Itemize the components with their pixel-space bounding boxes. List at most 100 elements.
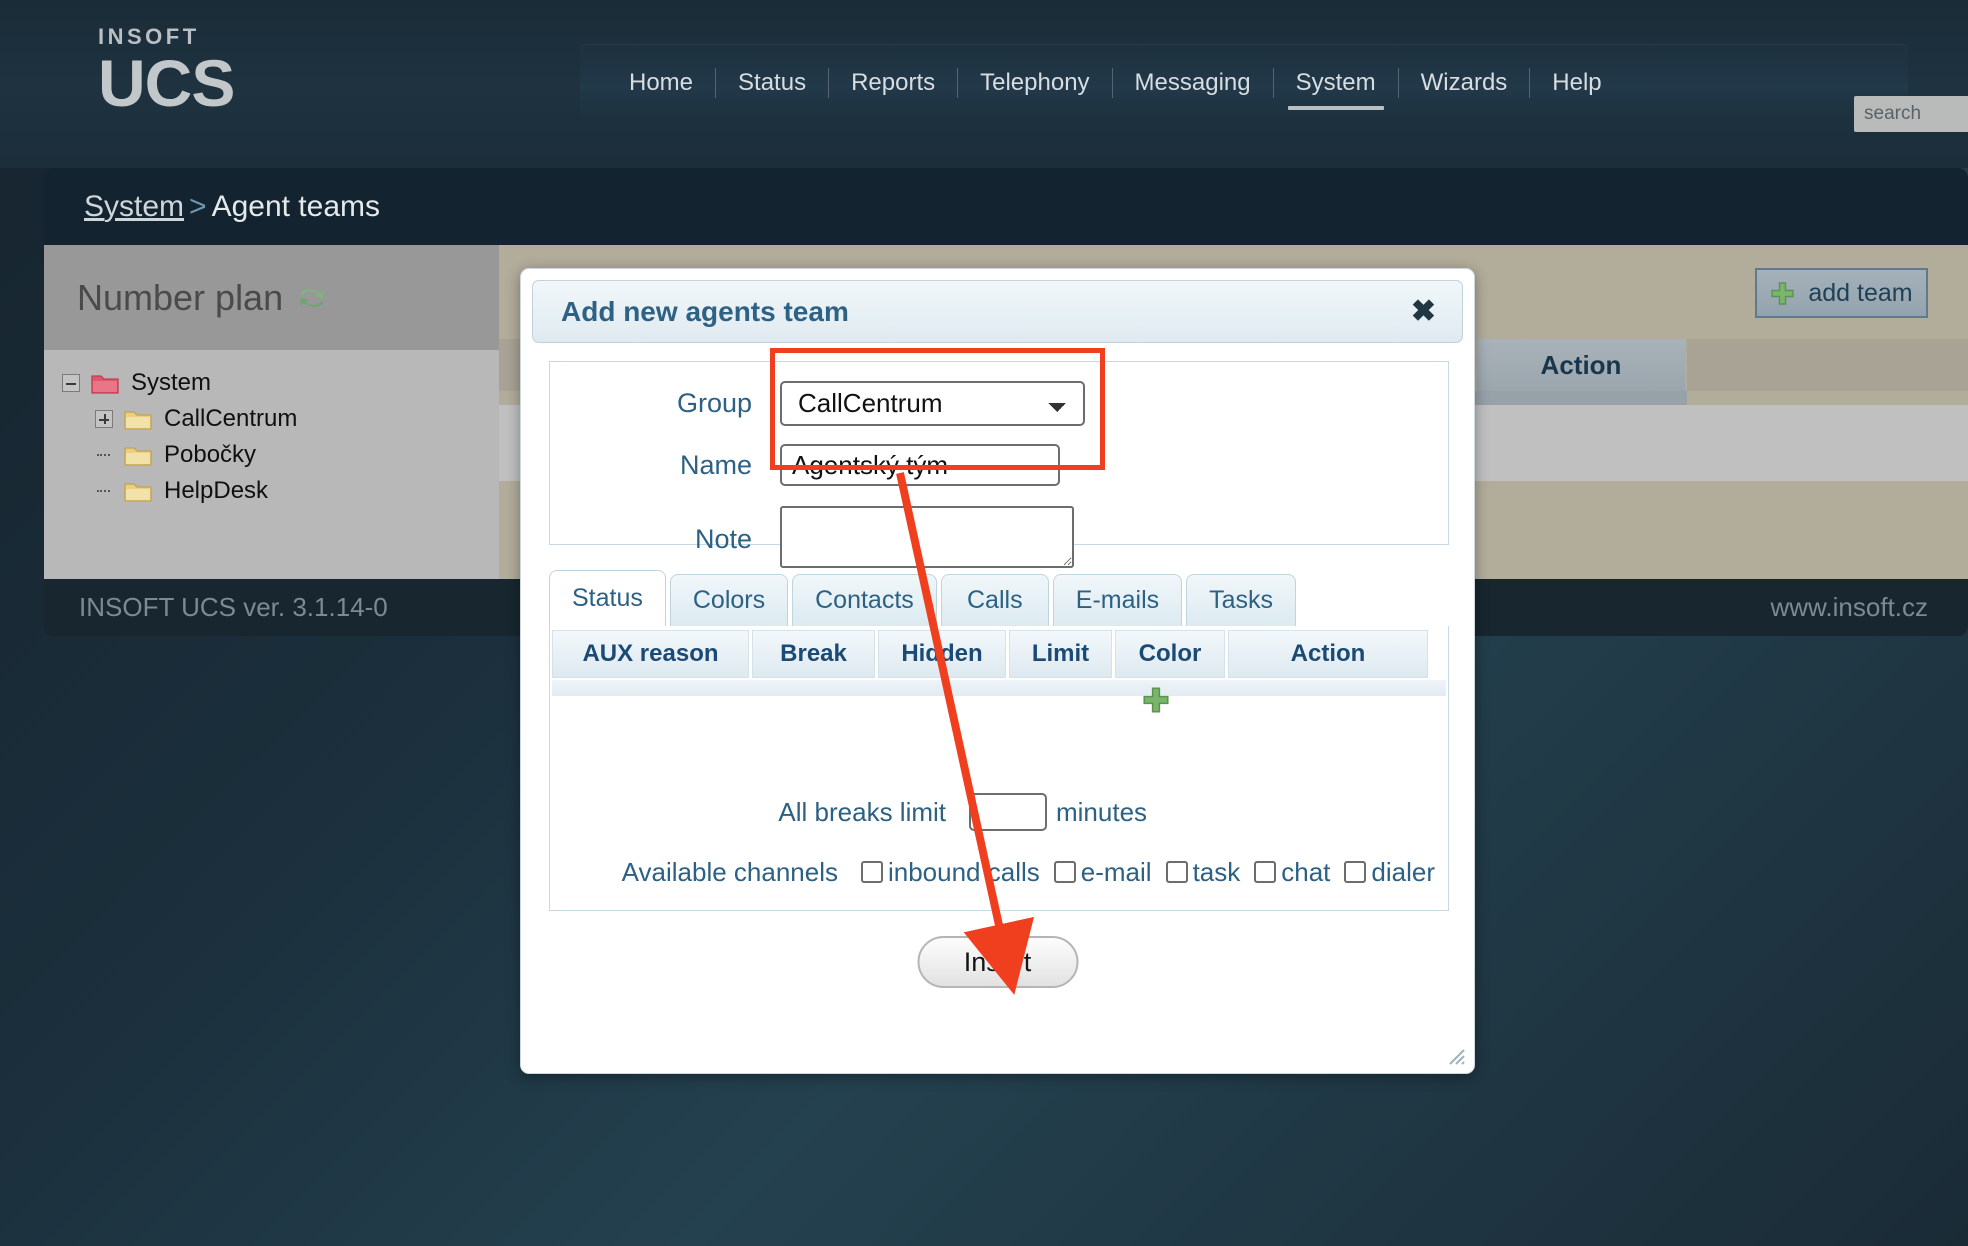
nav-item-wizards[interactable]: Wizards	[1399, 44, 1530, 122]
channel-checkbox-dialer[interactable]: dialer	[1344, 857, 1435, 888]
channel-label: dialer	[1371, 856, 1435, 887]
column-header-color: Color	[1115, 630, 1225, 678]
dialog-title: Add new agents team	[561, 295, 849, 327]
tab-colors[interactable]: Colors	[669, 574, 789, 626]
breadcrumb-bar: System > Agent teams	[44, 168, 1968, 245]
number-plan-header: Number plan	[44, 245, 499, 350]
channel-checkbox-inbound-calls[interactable]: inbound calls	[860, 856, 1040, 888]
breadcrumb: System > Agent teams	[84, 190, 380, 224]
brand-insoft: INSOFT	[98, 24, 200, 49]
tree-item-system[interactable]: System	[62, 368, 499, 398]
name-input[interactable]	[780, 444, 1060, 486]
add-team-button[interactable]: add team	[1755, 268, 1928, 318]
form-row-group: Group CallCentrum Pobočky HelpDesk Syste…	[550, 377, 1448, 429]
nav-items: Home Status Reports Telephony Messaging …	[607, 44, 1624, 122]
tree-item-label: Pobočky	[164, 441, 257, 468]
nav-item-home[interactable]: Home	[607, 44, 715, 122]
nav-item-status[interactable]: Status	[716, 44, 828, 122]
tab-calls[interactable]: Calls	[940, 574, 1049, 626]
tree-item-label: HelpDesk	[164, 477, 269, 504]
breadcrumb-link-system[interactable]: System	[84, 190, 184, 223]
tree-item-label: System	[131, 369, 212, 396]
tab-emails[interactable]: E-mails	[1052, 574, 1183, 626]
number-plan-tree: System CallCentrum Pobočky HelpDesk	[44, 355, 499, 506]
tree-item-pobocky[interactable]: Pobočky	[95, 440, 499, 470]
channel-label: chat	[1281, 856, 1331, 887]
nav-item-messaging[interactable]: Messaging	[1113, 44, 1273, 122]
plus-icon	[1770, 281, 1795, 306]
channel-checkbox-task[interactable]: task	[1165, 856, 1241, 888]
add-status-row-plus-icon[interactable]	[1142, 686, 1170, 714]
tree-item-label: CallCentrum	[164, 405, 298, 432]
folder-icon-yellow	[124, 444, 152, 467]
dialog-tabs: Status Colors Contacts Calls E-mails Tas…	[549, 569, 1449, 627]
column-header-aux-reason: AUX reason	[552, 630, 749, 678]
brand-logo: INSOFT UCS	[98, 24, 235, 117]
group-label: Group	[676, 387, 752, 418]
channel-checkbox-chat[interactable]: chat	[1254, 857, 1330, 888]
tab-status[interactable]: Status	[549, 570, 666, 626]
top-bar: INSOFT UCS Home Status Reports Telephony…	[0, 0, 1968, 168]
folder-icon-yellow	[124, 408, 152, 431]
tree-connector-icon	[95, 482, 113, 500]
channel-label: inbound calls	[887, 856, 1040, 887]
available-channels-label: Available channels	[621, 856, 838, 887]
folder-icon-red	[91, 372, 119, 395]
channel-checkbox-email[interactable]: e-mail	[1053, 857, 1152, 888]
note-label: Note	[694, 524, 752, 554]
tree-connector-icon	[95, 446, 113, 464]
checkbox-icon[interactable]	[1053, 861, 1076, 883]
status-table-empty-row	[552, 680, 1446, 696]
expand-toggle-icon[interactable]	[95, 410, 113, 428]
insert-button[interactable]: Insert	[917, 936, 1078, 988]
form-row-name: Name	[550, 439, 1448, 491]
dialog-header: Add new agents team ✖	[532, 280, 1463, 343]
main-navigation: Home Status Reports Telephony Messaging …	[580, 44, 1968, 132]
checkbox-icon[interactable]	[1254, 861, 1277, 883]
tab-contacts[interactable]: Contacts	[792, 574, 937, 626]
group-select[interactable]: CallCentrum Pobočky HelpDesk System	[780, 380, 1085, 426]
available-channels-row: Available channels inbound calls e-mail …	[549, 841, 1449, 903]
checkbox-icon[interactable]	[1344, 861, 1367, 883]
nav-item-system[interactable]: System	[1274, 44, 1398, 122]
nav-item-help[interactable]: Help	[1530, 44, 1623, 122]
tree-item-helpdesk[interactable]: HelpDesk	[95, 476, 499, 506]
all-breaks-limit-input[interactable]	[969, 793, 1047, 831]
column-header-break: Break	[752, 630, 875, 678]
checkbox-icon[interactable]	[1165, 861, 1188, 883]
add-team-label: add team	[1808, 278, 1913, 307]
name-label: Name	[679, 449, 752, 480]
all-breaks-limit-label: All breaks limit	[778, 796, 946, 827]
dialog-form: Group CallCentrum Pobočky HelpDesk Syste…	[549, 361, 1449, 568]
page-title: Number plan	[77, 276, 284, 318]
status-table-header: AUX reason Break Hidden Limit Color Acti…	[552, 630, 1446, 678]
app-root: INSOFT UCS Home Status Reports Telephony…	[0, 0, 1968, 1246]
breadcrumb-separator: >	[189, 189, 207, 223]
search-input[interactable]	[1862, 102, 1968, 126]
footer-version: INSOFT UCS ver. 3.1.14-0	[79, 592, 388, 622]
tree-item-callcentrum[interactable]: CallCentrum	[95, 404, 499, 434]
close-icon[interactable]: ✖	[1411, 296, 1436, 327]
column-header-hidden: Hidden	[878, 630, 1006, 678]
refresh-icon[interactable]	[296, 283, 328, 313]
breadcrumb-current: Agent teams	[211, 189, 380, 223]
dialog-resize-handle[interactable]	[1444, 1044, 1466, 1066]
column-header-limit: Limit	[1009, 630, 1112, 678]
nav-item-reports[interactable]: Reports	[829, 44, 957, 122]
form-row-note: Note	[550, 506, 1448, 568]
note-textarea[interactable]	[780, 506, 1074, 568]
footer-website[interactable]: www.insoft.cz	[1771, 592, 1929, 623]
search-box[interactable]	[1854, 96, 1968, 132]
column-header-action: Action	[1228, 630, 1428, 678]
tab-tasks[interactable]: Tasks	[1186, 574, 1297, 626]
column-header-action: Action	[1477, 339, 1687, 391]
checkbox-icon[interactable]	[860, 861, 883, 883]
add-agents-team-dialog: Add new agents team ✖ Group CallCentrum …	[520, 268, 1475, 1074]
nav-item-telephony[interactable]: Telephony	[958, 44, 1111, 122]
all-breaks-limit-row: All breaks limit minutes	[549, 781, 1449, 843]
number-plan-panel: Number plan System CallCentrum Pobočky H…	[44, 245, 499, 579]
channel-label: task	[1192, 856, 1241, 887]
folder-icon-yellow	[124, 480, 152, 503]
minutes-unit-label: minutes	[1056, 796, 1148, 827]
collapse-toggle-icon[interactable]	[62, 374, 80, 392]
